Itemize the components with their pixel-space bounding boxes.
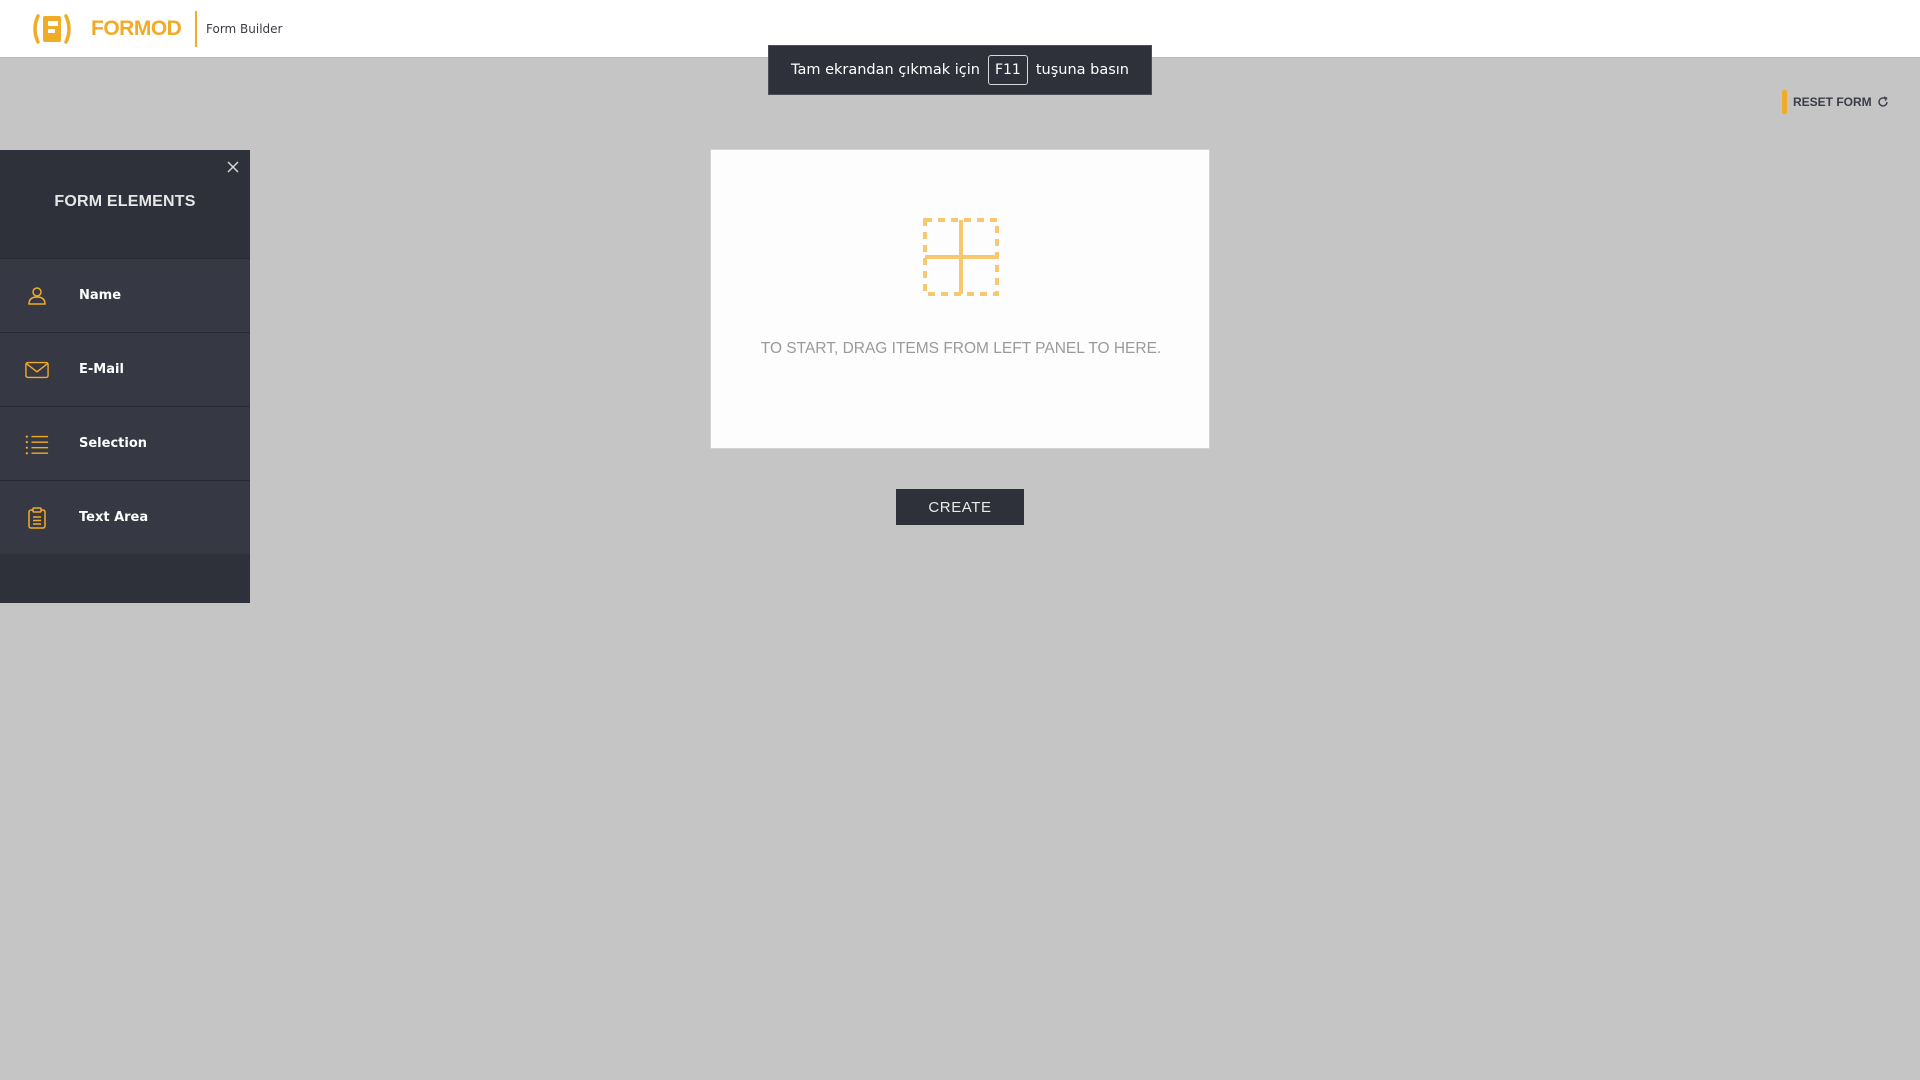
panel-item-label: Name	[79, 288, 122, 303]
logo-text: FORMOD	[91, 17, 182, 40]
panel-item-label: Selection	[79, 436, 148, 451]
panel-item-selection[interactable]: Selection	[0, 406, 250, 480]
app-subtitle: Form Builder	[206, 22, 283, 36]
list-icon	[25, 432, 49, 456]
drop-instructions: TO START, DRAG ITEMS FROM LEFT PANEL TO …	[760, 340, 1162, 357]
header-divider	[195, 11, 197, 47]
panel-item-name[interactable]: Name	[0, 258, 250, 332]
fullscreen-toast: Tam ekrandan çıkmak için F11 tuşuna bası…	[768, 45, 1152, 95]
app-logo[interactable]: FORMOD	[29, 13, 182, 45]
clipboard-icon	[25, 506, 49, 530]
form-drop-area[interactable]: TO START, DRAG ITEMS FROM LEFT PANEL TO …	[710, 149, 1210, 449]
panel-title: FORM ELEMENTS	[54, 193, 196, 210]
reset-accent-bar	[1782, 90, 1787, 114]
create-button[interactable]: CREATE	[896, 489, 1024, 525]
form-elements-list: Name E-Mail Selection Text Area	[0, 258, 250, 554]
close-icon[interactable]	[224, 158, 242, 176]
panel-item-email[interactable]: E-Mail	[0, 332, 250, 406]
toast-text-before: Tam ekrandan çıkmak için	[791, 62, 980, 78]
toast-key: F11	[987, 55, 1028, 85]
user-icon	[25, 284, 49, 308]
panel-item-label: Text Area	[79, 510, 149, 525]
dashed-grid-icon	[923, 218, 999, 296]
refresh-icon	[1878, 96, 1888, 107]
envelope-icon	[25, 358, 49, 382]
toast-text-after: tuşuna basın	[1035, 62, 1129, 78]
panel-item-label: E-Mail	[79, 362, 124, 377]
form-elements-panel: FORM ELEMENTS Name E-Mail Selection Text…	[0, 150, 250, 603]
reset-form-label: RESET FORM	[1793, 95, 1872, 109]
panel-item-text-area[interactable]: Text Area	[0, 480, 250, 554]
formod-logo-icon	[33, 14, 71, 44]
reset-form-button[interactable]: RESET FORM	[1782, 90, 1889, 114]
